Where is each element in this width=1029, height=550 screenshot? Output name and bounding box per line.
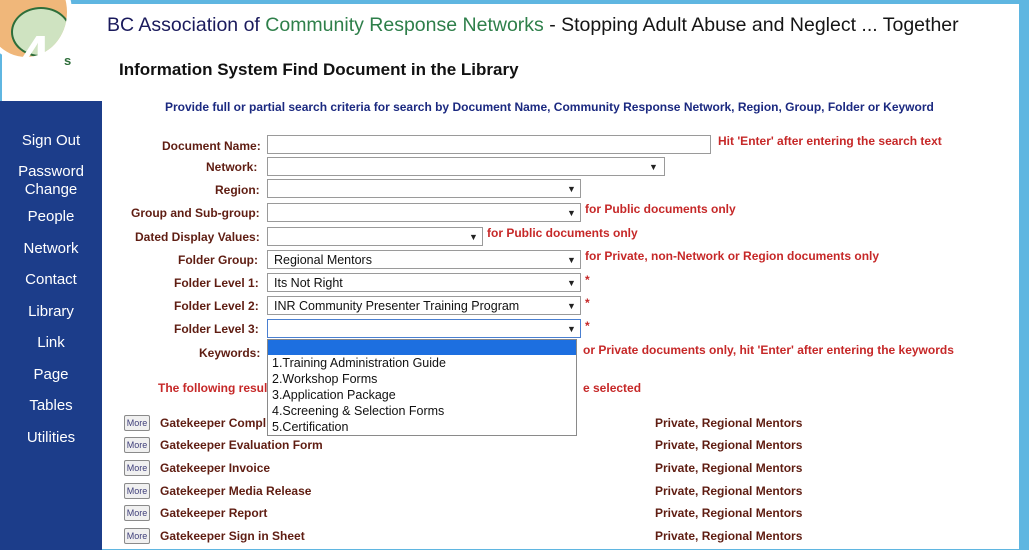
- folder-level-3-select[interactable]: [267, 319, 581, 338]
- sidebar-item-tables[interactable]: Tables: [0, 397, 102, 415]
- chevron-down-icon: ▼: [469, 232, 478, 242]
- folder-level-1-select[interactable]: Its Not Right: [267, 273, 581, 292]
- folder-level-2-label: Folder Level 2:: [174, 299, 259, 313]
- logo-letter: s: [64, 53, 72, 68]
- group-label: Group and Sub-group:: [131, 206, 260, 220]
- group-select[interactable]: [267, 203, 581, 222]
- region-label: Region:: [215, 183, 260, 197]
- results-intro: The following result: [158, 381, 272, 395]
- chevron-down-icon: ▼: [567, 184, 576, 194]
- folder-level-1-label: Folder Level 1:: [174, 276, 259, 290]
- access-label: Private, Regional Mentors: [655, 506, 803, 520]
- access-label: Private, Regional Mentors: [655, 416, 803, 430]
- folder-group-select[interactable]: Regional Mentors: [267, 250, 581, 269]
- dropdown-option[interactable]: 2.Workshop Forms: [268, 371, 576, 387]
- sidebar-item-sign-out[interactable]: Sign Out: [0, 132, 102, 150]
- access-label: Private, Regional Mentors: [655, 484, 803, 498]
- folder-level-3-label: Folder Level 3:: [174, 322, 259, 336]
- dropdown-option[interactable]: 5.Certification: [268, 419, 576, 435]
- document-link[interactable]: Gatekeeper Invoice: [160, 461, 270, 475]
- group-note: for Public documents only: [585, 202, 736, 216]
- dropdown-option[interactable]: 4.Screening & Selection Forms: [268, 403, 576, 419]
- access-label: Private, Regional Mentors: [655, 529, 803, 543]
- chevron-down-icon: ▼: [567, 208, 576, 218]
- document-name-label: Document Name:: [162, 139, 261, 153]
- sidebar-item-people[interactable]: People: [0, 208, 102, 226]
- network-label: Network:: [206, 160, 258, 174]
- access-label: Private, Regional Mentors: [655, 461, 803, 475]
- document-name-hint: Hit 'Enter' after entering the search te…: [718, 134, 942, 148]
- chevron-down-icon: ▼: [567, 324, 576, 334]
- document-link[interactable]: Gatekeeper Sign in Sheet: [160, 529, 305, 543]
- sidebar-item-link[interactable]: Link: [0, 334, 102, 352]
- page-title: Information System Find Document in the …: [119, 60, 519, 79]
- chevron-down-icon: ▼: [649, 162, 658, 172]
- dropdown-option[interactable]: 3.Application Package: [268, 387, 576, 403]
- more-button[interactable]: More: [124, 505, 150, 521]
- sidebar-item-password-change[interactable]: Password Change: [0, 163, 102, 199]
- document-link[interactable]: Gatekeeper Media Release: [160, 484, 311, 498]
- results-intro-tail: e selected: [583, 381, 642, 395]
- dropdown-highlight[interactable]: [268, 340, 576, 355]
- step-number: 4: [20, 25, 51, 85]
- banner-tagline: - Stopping Adult Abuse and Neglect ... T…: [549, 14, 959, 36]
- search-instructions: Provide full or partial search criteria …: [165, 100, 934, 114]
- required-marker: *: [585, 319, 590, 333]
- chevron-down-icon: ▼: [567, 255, 576, 265]
- keywords-label: Keywords:: [199, 346, 261, 360]
- more-button[interactable]: More: [124, 483, 150, 499]
- banner-prefix: BC Association of: [107, 14, 260, 36]
- access-label: Private, Regional Mentors: [655, 438, 803, 452]
- document-link[interactable]: Gatekeeper Evaluation Form: [160, 438, 323, 452]
- dated-display-note: for Public documents only: [487, 226, 638, 240]
- keywords-note: or Private documents only, hit 'Enter' a…: [583, 343, 954, 357]
- folder-group-note: for Private, non-Network or Region docum…: [585, 249, 880, 263]
- more-button[interactable]: More: [124, 437, 150, 453]
- chevron-down-icon: ▼: [567, 301, 576, 311]
- document-name-input[interactable]: [267, 135, 711, 154]
- folder-group-label: Folder Group:: [178, 253, 258, 267]
- sidebar-item-utilities[interactable]: Utilities: [0, 429, 102, 447]
- region-select[interactable]: [267, 179, 581, 198]
- dated-display-select[interactable]: [267, 227, 483, 246]
- network-select[interactable]: [267, 157, 665, 176]
- required-marker: *: [585, 296, 590, 310]
- document-link[interactable]: Gatekeeper Report: [160, 506, 267, 520]
- site-banner: BC Association of Community Response Net…: [107, 14, 959, 37]
- sidebar-item-contact[interactable]: Contact: [0, 271, 102, 289]
- sidebar-item-library[interactable]: Library: [0, 303, 102, 321]
- dropdown-option[interactable]: 1.Training Administration Guide: [268, 355, 576, 371]
- folder-level-2-select[interactable]: INR Community Presenter Training Program: [267, 296, 581, 315]
- chevron-down-icon: ▼: [567, 278, 576, 288]
- required-marker: *: [585, 273, 590, 287]
- more-button[interactable]: More: [124, 415, 150, 431]
- dated-display-label: Dated Display Values:: [135, 230, 260, 244]
- more-button[interactable]: More: [124, 528, 150, 544]
- folder-level-3-dropdown[interactable]: 1.Training Administration Guide 2.Worksh…: [267, 339, 577, 436]
- banner-green: Community Response Networks: [265, 14, 544, 36]
- sidebar-item-page[interactable]: Page: [0, 366, 102, 384]
- sidebar-item-network[interactable]: Network: [0, 240, 102, 258]
- more-button[interactable]: More: [124, 460, 150, 476]
- document-link[interactable]: Gatekeeper Compl: [160, 416, 266, 430]
